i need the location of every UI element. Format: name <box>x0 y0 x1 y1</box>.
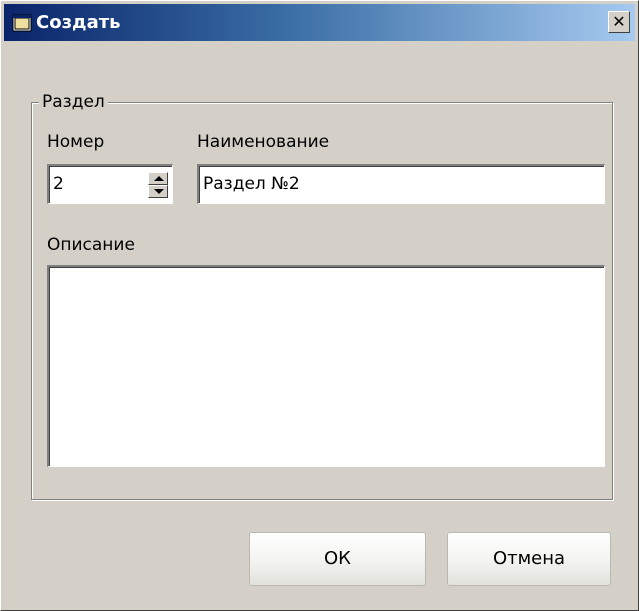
window-icon <box>12 14 32 32</box>
name-label: Наименование <box>197 132 330 152</box>
arrow-up-icon <box>154 176 164 181</box>
close-button[interactable]: ✕ <box>608 11 630 33</box>
name-value: Раздел №2 <box>203 174 300 194</box>
spin-down-button[interactable] <box>148 185 168 198</box>
number-spinner[interactable] <box>148 172 168 198</box>
number-stepper[interactable]: 2 <box>47 164 173 204</box>
close-icon: ✕ <box>612 12 626 31</box>
description-field[interactable] <box>47 265 605 467</box>
section-legend: Раздел <box>39 91 108 113</box>
description-label: Описание <box>47 235 135 255</box>
spin-up-button[interactable] <box>148 172 168 185</box>
number-label: Номер <box>47 132 105 152</box>
dialog-window: Создать ✕ Раздел Номер Наименование 2 Ра… <box>0 0 639 611</box>
number-value: 2 <box>53 174 64 194</box>
window-title: Создать <box>36 12 121 33</box>
cancel-button[interactable]: Отмена <box>447 532 611 586</box>
ok-button[interactable]: ОК <box>249 532 426 586</box>
title-bar[interactable]: Создать ✕ <box>4 4 635 41</box>
name-field[interactable]: Раздел №2 <box>197 164 605 204</box>
arrow-down-icon <box>154 189 164 194</box>
